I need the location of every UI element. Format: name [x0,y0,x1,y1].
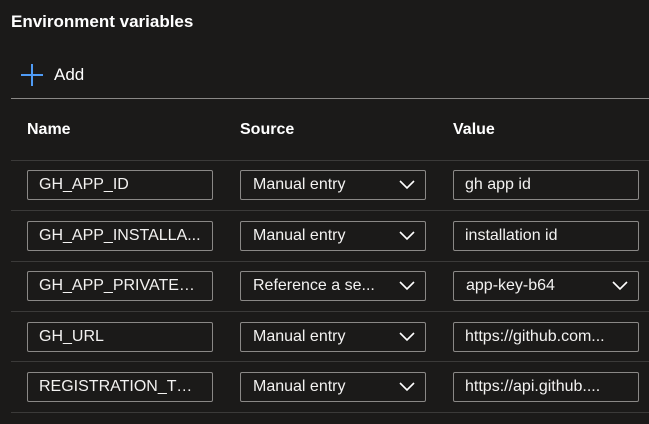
source-dropdown[interactable]: Manual entry [240,322,426,352]
source-dropdown[interactable]: Reference a se... [240,271,426,301]
toolbar-divider [11,98,649,99]
variable-value-input[interactable]: installation id [453,221,639,251]
source-dropdown[interactable]: Manual entry [240,221,426,251]
variable-name-input[interactable]: REGISTRATION_TO... [27,372,213,402]
row-divider [11,412,649,413]
chevron-down-icon [399,382,415,392]
header-divider [11,160,649,161]
chevron-down-icon [399,231,415,241]
chevron-down-icon [399,180,415,190]
source-dropdown-value: Manual entry [253,176,346,193]
row-divider [11,261,649,262]
chevron-down-icon [612,281,628,291]
variable-name-input[interactable]: GH_APP_INSTALLA... [27,221,213,251]
secret-reference-value: app-key-b64 [466,277,555,294]
column-header-source: Source [240,121,295,138]
row-divider [11,361,649,362]
add-variable-button[interactable]: Add [20,62,84,88]
column-header-value: Value [453,121,495,138]
variable-name-input[interactable]: GH_APP_PRIVATE_... [27,271,213,301]
chevron-down-icon [399,332,415,342]
source-dropdown[interactable]: Manual entry [240,372,426,402]
row-divider [11,210,649,211]
variable-name-input[interactable]: GH_URL [27,322,213,352]
source-dropdown[interactable]: Manual entry [240,170,426,200]
source-dropdown-value: Manual entry [253,378,346,395]
variable-value-input[interactable]: https://github.com... [453,322,639,352]
variable-value-input[interactable]: https://api.github.... [453,372,639,402]
source-dropdown-value: Manual entry [253,227,346,244]
secret-reference-dropdown[interactable]: app-key-b64 [453,271,639,301]
source-dropdown-value: Reference a se... [253,277,375,294]
column-header-name: Name [27,121,71,138]
chevron-down-icon [399,281,415,291]
section-title: Environment variables [11,12,194,31]
variable-value-input[interactable]: gh app id [453,170,639,200]
add-button-label: Add [54,65,85,84]
environment-variables-panel: Environment variables Add Name Source Va… [0,0,649,424]
row-divider [11,311,649,312]
source-dropdown-value: Manual entry [253,328,346,345]
variable-name-input[interactable]: GH_APP_ID [27,170,213,200]
plus-icon [20,63,44,87]
